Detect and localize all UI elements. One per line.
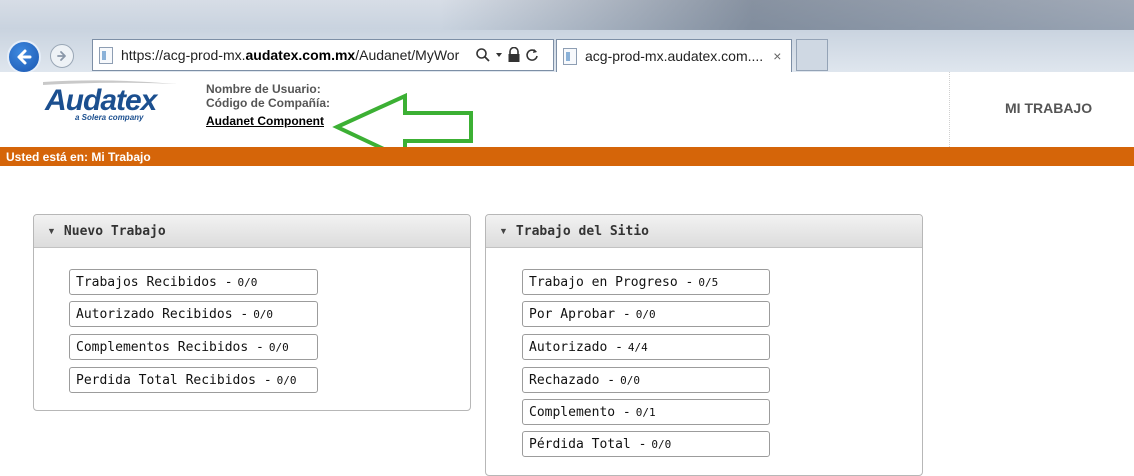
breadcrumb-bar [0,147,1134,166]
work-item-por-aprobar[interactable]: Por Aprobar - 0/0 [522,301,770,327]
work-item-count: 0/0 [276,373,297,387]
nav-my-work[interactable]: MI TRABAJO [1005,100,1092,116]
svg-text:a Solera company: a Solera company [75,113,144,122]
work-item-count: 0/0 [620,373,640,387]
site-work-panel: ▼ Trabajo del Sitio Trabajo en Progreso … [485,214,923,476]
work-item-label: Rechazado - [529,372,616,388]
work-item-count: 0/0 [651,437,672,451]
breadcrumb: Usted está en: Mi Trabajo [6,150,151,164]
panel-title: Nuevo Trabajo [63,223,166,239]
user-info: Nombre de Usuario: Código de Compañía: A… [206,82,330,128]
work-item-autorizado[interactable]: Autorizado - 4/4 [522,334,770,360]
back-button[interactable] [7,40,41,74]
tab-title: acg-prod-mx.audatex.com.... [585,48,764,64]
work-item-rechazado[interactable]: Rechazado - 0/0 [522,367,770,393]
chevron-down-icon[interactable] [495,51,503,59]
arrow-right-icon [57,51,66,61]
caret-down-icon: ▼ [499,226,508,236]
audatex-logo[interactable]: Audatex a Solera company [37,80,179,126]
work-item-trabajos-recibidos[interactable]: Trabajos Recibidos - 0/0 [69,269,318,295]
page-icon [99,46,113,64]
work-item-label: Autorizado - [529,339,623,355]
work-item-complementos-recibidos[interactable]: Complementos Recibidos - 0/0 [69,334,318,360]
work-item-perdida-total[interactable]: Pérdida Total - 0/0 [522,431,770,457]
work-item-count: 4/4 [627,340,648,354]
refresh-icon[interactable] [525,47,539,63]
new-work-panel-header[interactable]: ▼ Nuevo Trabajo [34,215,470,248]
new-tab-button[interactable] [796,39,828,71]
search-icon[interactable] [475,47,491,63]
work-item-label: Complemento - [529,404,631,420]
work-item-autorizado-recibidos[interactable]: Autorizado Recibidos - 0/0 [69,301,318,327]
url-prefix: https://acg-prod-mx. [121,47,246,63]
url-path: /Audanet/MyWor [355,47,460,63]
url-domain: audatex.com.mx [245,47,356,63]
arrow-left-icon [17,49,32,65]
work-item-count: 0/0 [268,340,289,354]
work-item-label: Perdida Total Recibidos - [76,372,272,388]
work-item-label: Autorizado Recibidos - [76,306,249,322]
new-work-panel: ▼ Nuevo Trabajo Trabajos Recibidos -0/0 … [33,214,471,411]
work-item-perdida-total-recibidos[interactable]: Perdida Total Recibidos - 0/0 [69,367,318,393]
work-item-label: Por Aprobar - [529,306,631,322]
audanet-component-link[interactable]: Audanet Component [206,114,324,128]
site-work-panel-header[interactable]: ▼ Trabajo del Sitio [486,215,922,248]
address-bar-icons [475,47,539,63]
header-divider [949,72,951,147]
browser-tab[interactable]: acg-prod-mx.audatex.com.... × [556,39,792,72]
window-titlebar-background [440,0,1134,30]
forward-button[interactable] [50,44,74,68]
work-item-label: Pérdida Total - [529,436,647,452]
username-label: Nombre de Usuario: [206,82,321,96]
work-item-trabajo-en-progreso[interactable]: Trabajo en Progreso - 0/5 [522,269,770,295]
work-item-count: 0/0 [237,275,258,289]
work-item-count: 0/5 [698,275,719,289]
url-text[interactable]: https://acg-prod-mx.audatex.com.mx/Audan… [121,47,473,63]
caret-down-icon: ▼ [47,226,56,236]
work-item-label: Complementos Recibidos - [76,339,264,355]
tab-page-icon [563,47,577,65]
company-code-label: Código de Compañía: [206,96,330,110]
work-item-complemento[interactable]: Complemento - 0/1 [522,399,770,425]
address-bar[interactable]: https://acg-prod-mx.audatex.com.mx/Audan… [92,39,554,71]
work-item-count: 0/1 [635,405,656,419]
tab-close-icon[interactable]: × [773,48,781,64]
work-item-count: 0/0 [253,307,274,321]
lock-icon[interactable] [507,47,521,63]
work-item-count: 0/0 [635,307,656,321]
work-item-label: Trabajo en Progreso - [529,274,694,290]
panel-title: Trabajo del Sitio [515,223,649,239]
work-item-label: Trabajos Recibidos - [76,274,233,290]
